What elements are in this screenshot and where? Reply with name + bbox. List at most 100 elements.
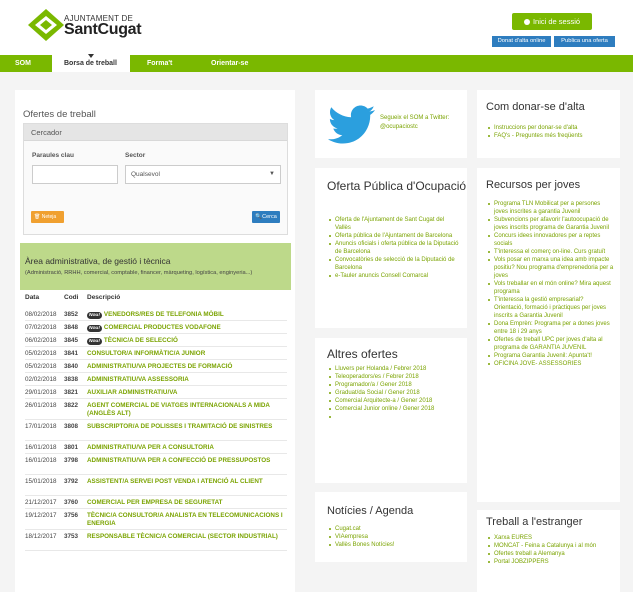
- oferta-link[interactable]: Oferta de l'Ajuntament de Sant Cugat del…: [329, 216, 459, 232]
- estranger-link[interactable]: Xarxa EURES: [488, 534, 614, 542]
- job-title: ASSISTENT/A SERVEI POST VENDA I ATENCIÓ …: [87, 478, 263, 485]
- altres-link[interactable]: Teleoperadors/es / Febrer 2018: [329, 373, 459, 381]
- table-row[interactable]: 06/02/2018 3845 Nou! TÈCNIC/A DE SELECCIÓ: [25, 334, 287, 347]
- nav-item-som[interactable]: SOM: [15, 55, 37, 72]
- job-title: ADMINISTRATIU/VA ASSESSORIA: [87, 376, 189, 383]
- table-row[interactable]: 19/12/2017 3756 TÈCNIC/A CONSULTOR/A ANALI…: [25, 509, 287, 530]
- job-title-link[interactable]: SUBSCRIPTOR/A DE POLISSES I TRAMITACIÓ D…: [87, 423, 285, 431]
- recursos-link[interactable]: Vols posar en marxa una idea amb impacte…: [488, 256, 614, 280]
- table-row[interactable]: 07/02/2018 3848 Nou! COMERCIAL PRODUCTES VO…: [25, 321, 287, 334]
- alta-link[interactable]: FAQ's - Preguntes més freqüents: [488, 132, 616, 140]
- altres-link[interactable]: Comercial Junior online / Gener 2018: [329, 405, 459, 413]
- nav-item-borsa[interactable]: Borsa de treball: [52, 54, 130, 72]
- table-row[interactable]: 02/02/2018 3838 ADMINISTRATIU/VA ASSESSORI…: [25, 373, 287, 386]
- recursos-link[interactable]: Programa Garantia Juvenil: Apunta't!: [488, 352, 614, 360]
- recursos-link[interactable]: Concurs idees innovadores per a reptes s…: [488, 232, 614, 248]
- job-code: 3848: [64, 324, 79, 331]
- job-title-link[interactable]: RESPONSABLE TÈCNIC/A COMERCIAL (SECTOR I…: [87, 533, 285, 541]
- estranger-link[interactable]: Ofertes treball a Alemanya: [488, 550, 614, 558]
- job-title-link[interactable]: ADMINISTRATIU/VA PROJECTES DE FORMACIÓ: [87, 363, 285, 371]
- twitter-link[interactable]: Segueix el SOM a Twitter: @ocupaciostc: [380, 114, 465, 132]
- job-title-link[interactable]: CONSULTOR/A INFORMÀTIC/A JUNIOR: [87, 350, 285, 358]
- job-title-link[interactable]: ADMINISTRATIU/VA ASSESSORIA: [87, 376, 285, 384]
- table-row[interactable]: 05/02/2018 3840 ADMINISTRATIU/VA PROJECTES…: [25, 360, 287, 373]
- job-title: ADMINISTRATIU/VA PER A CONSULTORIA: [87, 444, 214, 451]
- sector-label: Sector: [125, 152, 146, 159]
- recursos-link[interactable]: OFICINA JOVE- ASSESSORIES: [488, 360, 614, 368]
- job-title-link[interactable]: AGENT COMERCIAL DE VIATGES INTERNACIONAL…: [87, 402, 285, 418]
- job-title-link[interactable]: ADMINISTRATIU/VA PER A CONSULTORIA: [87, 444, 285, 452]
- job-title-link[interactable]: ASSISTENT/A SERVEI POST VENDA I ATENCIÓ …: [87, 478, 285, 486]
- alta-card: Com donar-se d'alta Instruccions per don…: [477, 90, 620, 158]
- job-title-link[interactable]: Nou! VENEDORS/RES DE TELEFONIA MÒBIL: [87, 311, 285, 319]
- altres-link[interactable]: Programador/a / Gener 2018: [329, 381, 459, 389]
- table-row[interactable]: 21/12/2017 3760 COMERCIAL PER EMPRESA DE S…: [25, 496, 287, 509]
- noticies-link[interactable]: Vallès Bones Notícies!: [329, 541, 459, 549]
- table-row[interactable]: 29/01/2018 3821 AUXILIAR ADMINISTRATIU/VA: [25, 386, 287, 399]
- register-online-button[interactable]: Donat d'alta online: [492, 36, 551, 47]
- job-title: AGENT COMERCIAL DE VIATGES INTERNACIONAL…: [87, 402, 270, 417]
- nav-item-formacio[interactable]: Forma't: [147, 55, 187, 72]
- keywords-input[interactable]: [32, 165, 118, 184]
- recursos-link[interactable]: Dona Emprèn: Programa per a dones joves …: [488, 320, 614, 336]
- job-title-link[interactable]: Nou! COMERCIAL PRODUCTES VODAFONE: [87, 324, 285, 332]
- job-title-link[interactable]: ADMINISTRATIU/VA PER A CONFECCIÓ DE PRES…: [87, 457, 285, 465]
- clear-button[interactable]: 🗑 Neteja: [31, 211, 64, 223]
- job-title-link[interactable]: TÈCNIC/A CONSULTOR/A ANALISTA EN TELECOM…: [87, 512, 285, 528]
- login-button[interactable]: Inici de sessió: [512, 13, 592, 30]
- job-title: SUBSCRIPTOR/A DE POLISSES I TRAMITACIÓ D…: [87, 423, 273, 430]
- alta-link[interactable]: Instruccions per donar-se d'alta: [488, 124, 616, 132]
- table-row[interactable]: 08/02/2018 3852 Nou! VENEDORS/RES DE TELEFO…: [25, 308, 287, 321]
- estranger-link[interactable]: Portal JOBZIPPERS: [488, 558, 614, 566]
- estranger-link[interactable]: MONCAT - Feina a Catalunya i al món: [488, 542, 614, 550]
- noticies-link[interactable]: Cugat.cat: [329, 525, 459, 533]
- recursos-link[interactable]: Programa TLN Mobilicat per a persones jo…: [488, 200, 614, 216]
- recursos-link[interactable]: Subvencions per afavorir l'autoocupació …: [488, 216, 614, 232]
- altres-link[interactable]: Comercial Arquitecte-a / Gener 2018: [329, 397, 459, 405]
- recursos-link[interactable]: T'interessa el comerç on-line. Curs grat…: [488, 248, 614, 256]
- job-title-link[interactable]: Nou! TÈCNIC/A DE SELECCIÓ: [87, 337, 285, 345]
- table-row[interactable]: 16/01/2018 3801 ADMINISTRATIU/VA PER A CON…: [25, 441, 287, 454]
- job-date: 21/12/2017: [25, 499, 57, 506]
- altres-link[interactable]: Lluvers per Holanda / Febrer 2018: [329, 365, 459, 373]
- table-row[interactable]: 16/01/2018 3798 ADMINISTRATIU/VA PER A CON…: [25, 454, 287, 475]
- recursos-card: Recursos per joves Programa TLN Mobilica…: [477, 168, 620, 502]
- oferta-link[interactable]: Convocatòries de selecció de la Diputaci…: [329, 256, 459, 272]
- recursos-link[interactable]: Ofertes de treball UPC per joves d'alta …: [488, 336, 614, 352]
- chevron-down-icon: ▼: [269, 171, 275, 177]
- table-row[interactable]: 17/01/2018 3808 SUBSCRIPTOR/A DE POLISSES …: [25, 420, 287, 441]
- job-title-link[interactable]: COMERCIAL PER EMPRESA DE SEGURETAT: [87, 499, 285, 507]
- table-row[interactable]: 15/01/2018 3792 ASSISTENT/A SERVEI POST VE…: [25, 475, 287, 496]
- twitter-card[interactable]: Segueix el SOM a Twitter: @ocupaciostc: [315, 90, 467, 158]
- oferta-link[interactable]: Oferta pública de l'Ajuntament de Barcel…: [329, 232, 459, 240]
- search-button[interactable]: 🔍Cerca: [252, 211, 280, 223]
- job-code: 3852: [64, 311, 79, 318]
- recursos-title: Recursos per joves: [486, 179, 581, 191]
- altres-ofertes-list: Lluvers per Holanda / Febrer 2018 Teleope…: [329, 365, 459, 418]
- recursos-link[interactable]: T'interessa la gestió empresarial? Orien…: [488, 296, 614, 320]
- main-nav: SOM Borsa de treball Forma't Orientar-se: [0, 54, 633, 72]
- sector-select[interactable]: Qualsevol ▼: [125, 165, 281, 184]
- job-date: 15/01/2018: [25, 478, 57, 485]
- job-code: 3753: [64, 533, 79, 540]
- job-date: 29/01/2018: [25, 389, 57, 396]
- col-date: Data: [25, 294, 40, 301]
- brand-name[interactable]: SantCugat: [64, 21, 142, 39]
- nav-item-orientacio[interactable]: Orientar-se: [211, 55, 261, 72]
- recursos-link[interactable]: Vols treballar en el món online? Mira aq…: [488, 280, 614, 296]
- table-row[interactable]: 05/02/2018 3841 CONSULTOR/A INFORMÀTIC/A J…: [25, 347, 287, 360]
- category-title: Àrea administrativa, de gestió i tècnica: [25, 256, 171, 266]
- santcugat-logo-icon[interactable]: [27, 8, 65, 42]
- table-row[interactable]: 26/01/2018 3822 AGENT COMERCIAL DE VIATGES…: [25, 399, 287, 420]
- job-date: 07/02/2018: [25, 324, 57, 331]
- noticies-link[interactable]: VIAempresa: [329, 533, 459, 541]
- site-header: AJUNTAMENT DE SantCugat Inici de sessió …: [0, 0, 633, 55]
- oferta-link[interactable]: Anuncis oficials i oferta pública de la …: [329, 240, 459, 256]
- job-title-link[interactable]: AUXILIAR ADMINISTRATIU/VA: [87, 389, 285, 397]
- table-row[interactable]: 18/12/2017 3753 RESPONSABLE TÈCNIC/A COMER…: [25, 530, 287, 551]
- job-title: AUXILIAR ADMINISTRATIU/VA: [87, 389, 178, 396]
- publish-offer-button[interactable]: Publica una oferta: [554, 36, 615, 47]
- oferta-link[interactable]: e-Tauler anuncis Consell Comarcal: [329, 272, 459, 280]
- job-code: 3840: [64, 363, 79, 370]
- altres-link[interactable]: Graduat/da Social / Gener 2018: [329, 389, 459, 397]
